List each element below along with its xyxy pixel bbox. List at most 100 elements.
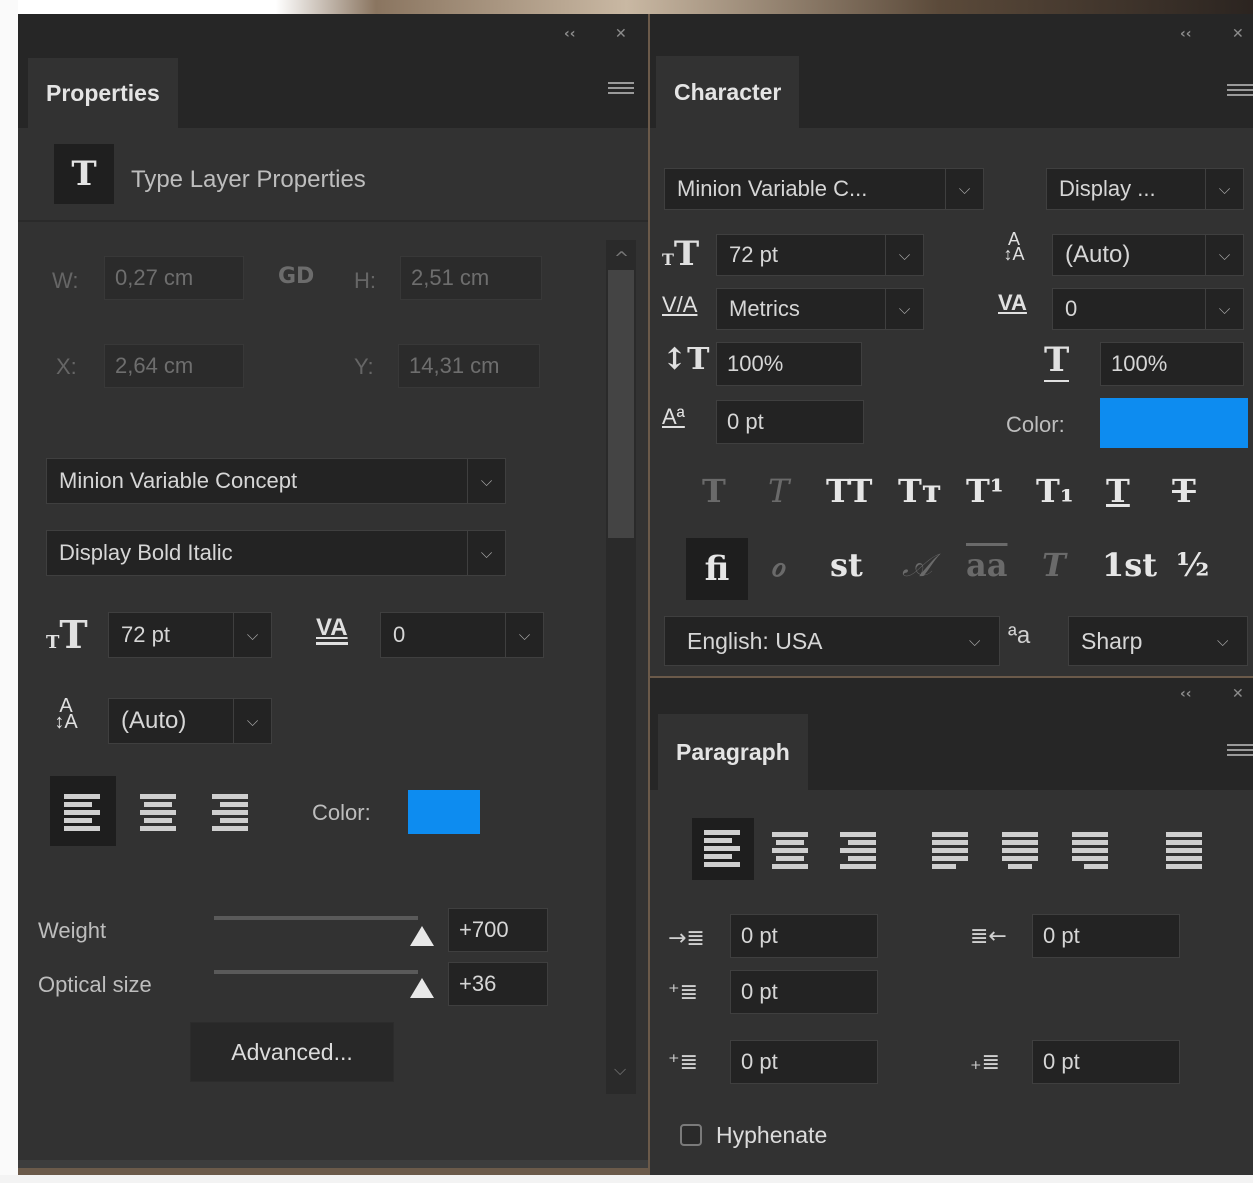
- tab-properties[interactable]: Properties: [28, 58, 178, 128]
- ordinals-button[interactable]: 1st: [1102, 546, 1157, 584]
- char-font-size-dropdown[interactable]: 72 pt ⌵: [716, 234, 924, 276]
- panel-menu-icon[interactable]: [1227, 744, 1253, 760]
- paragraph-panel: ‹‹ ✕ Paragraph →≣ 0 pt ≣← 0 pt ⁺≣ 0 pt ⁺…: [650, 678, 1253, 1175]
- indent-left-field[interactable]: 0 pt: [730, 914, 878, 958]
- space-after-field[interactable]: 0 pt: [1032, 1040, 1180, 1084]
- stylistic-alternates-button[interactable]: T: [1042, 546, 1066, 584]
- align-right-button[interactable]: [208, 788, 252, 832]
- char-font-style-dropdown[interactable]: Display ... ⌵: [1046, 168, 1244, 210]
- faux-italic-button[interactable]: T: [768, 472, 789, 510]
- collapse-icon[interactable]: ‹‹: [564, 26, 576, 42]
- indent-left-icon: →≣: [668, 926, 705, 951]
- header-divider: [18, 220, 648, 222]
- language-dropdown[interactable]: English: USA ⌵: [664, 616, 1000, 666]
- panel-menu-icon[interactable]: [608, 82, 634, 98]
- x-field[interactable]: 2,64 cm: [104, 344, 244, 388]
- char-font-family-dropdown[interactable]: Minion Variable C... ⌵: [664, 168, 984, 210]
- close-icon[interactable]: ✕: [615, 26, 627, 42]
- color-swatch[interactable]: [408, 790, 480, 834]
- collapse-icon[interactable]: ‹‹: [1180, 686, 1192, 702]
- baseline-shift-field[interactable]: 0 pt: [716, 400, 864, 444]
- width-field[interactable]: 0,27 cm: [104, 256, 244, 300]
- background-left: [0, 0, 18, 1183]
- scroll-down-icon[interactable]: ⌵: [614, 1060, 626, 1080]
- background-top: [0, 0, 1253, 14]
- old-style-button[interactable]: ℴ: [770, 546, 785, 584]
- indent-right-icon: ≣←: [970, 924, 1007, 949]
- align-center-button[interactable]: [136, 788, 180, 832]
- underline-button[interactable]: T: [1106, 472, 1130, 510]
- titling-button[interactable]: aa: [966, 546, 1007, 584]
- y-field[interactable]: 14,31 cm: [398, 344, 540, 388]
- space-before-icon: ⁺≣: [668, 1050, 699, 1075]
- strikethrough-button[interactable]: T: [1172, 472, 1196, 510]
- optical-size-slider-track[interactable]: [214, 970, 418, 974]
- hyphenate-checkbox[interactable]: [680, 1124, 702, 1146]
- antialias-dropdown[interactable]: Sharp ⌵: [1068, 616, 1248, 666]
- font-size-icon: TT: [46, 612, 88, 657]
- char-tracking-icon: VA: [998, 290, 1027, 315]
- small-caps-button[interactable]: Tт: [898, 472, 942, 510]
- indent-right-field[interactable]: 0 pt: [1032, 914, 1180, 958]
- chevron-down-icon: ⌵: [885, 235, 923, 275]
- properties-panel: ‹‹ ✕ Properties T Type Layer Properties …: [18, 14, 648, 1168]
- para-align-left-button[interactable]: [692, 818, 754, 880]
- space-before-field[interactable]: 0 pt: [730, 1040, 878, 1084]
- justify-last-left-button[interactable]: [928, 828, 972, 872]
- properties-scrollbar[interactable]: ^ ⌵: [606, 240, 636, 1094]
- horizontal-scale-field[interactable]: 100%: [1100, 342, 1244, 386]
- close-icon[interactable]: ✕: [1232, 26, 1244, 42]
- weight-field[interactable]: +700: [448, 908, 548, 952]
- tab-character[interactable]: Character: [656, 56, 800, 128]
- font-family-dropdown[interactable]: Minion Variable Concept ⌵: [46, 458, 506, 504]
- char-leading-dropdown[interactable]: (Auto) ⌵: [1052, 234, 1244, 276]
- swash-button[interactable]: 𝒜: [902, 546, 932, 585]
- chevron-down-icon: ⌵: [969, 632, 981, 650]
- justify-last-right-button[interactable]: [1068, 828, 1112, 872]
- font-size-dropdown[interactable]: 72 pt ⌵: [108, 612, 272, 658]
- superscript-button[interactable]: T¹: [966, 472, 1004, 510]
- link-icon[interactable]: GD: [278, 264, 314, 289]
- ligatures-button[interactable]: ﬁ: [686, 538, 748, 600]
- para-align-center-button[interactable]: [768, 828, 812, 872]
- font-style-dropdown[interactable]: Display Bold Italic ⌵: [46, 530, 506, 576]
- kerning-dropdown[interactable]: Metrics ⌵: [716, 288, 924, 330]
- justify-all-button[interactable]: [1162, 828, 1206, 872]
- leading-dropdown[interactable]: (Auto) ⌵: [108, 698, 272, 744]
- fractions-button[interactable]: ½: [1176, 546, 1209, 584]
- w-label: W:: [52, 268, 79, 293]
- optical-size-label: Optical size: [38, 972, 152, 997]
- char-color-swatch[interactable]: [1100, 398, 1248, 448]
- optical-size-slider-thumb[interactable]: [410, 978, 434, 998]
- subscript-button[interactable]: T₁: [1036, 472, 1074, 510]
- indent-first-line-field[interactable]: 0 pt: [730, 970, 878, 1014]
- paragraph-tab-strip: Paragraph: [650, 714, 1253, 790]
- h-label: H:: [354, 268, 376, 293]
- weight-slider-thumb[interactable]: [410, 926, 434, 946]
- justify-last-center-button[interactable]: [998, 828, 1042, 872]
- scroll-thumb[interactable]: [608, 270, 634, 538]
- tab-paragraph[interactable]: Paragraph: [658, 714, 808, 790]
- properties-panel-topbar: ‹‹ ✕: [18, 14, 648, 58]
- vertical-scale-field[interactable]: 100%: [716, 342, 862, 386]
- scroll-up-icon[interactable]: ^: [614, 248, 629, 269]
- collapse-icon[interactable]: ‹‹: [1180, 26, 1192, 42]
- para-align-right-button[interactable]: [836, 828, 880, 872]
- chevron-down-icon: ⌵: [1205, 289, 1243, 329]
- horizontal-scale-icon: T: [1044, 340, 1070, 382]
- color-label: Color:: [312, 800, 371, 825]
- background-bottom: [0, 1175, 1253, 1183]
- advanced-button[interactable]: Advanced...: [190, 1022, 394, 1082]
- optical-size-field[interactable]: +36: [448, 962, 548, 1006]
- discretionary-ligatures-button[interactable]: st: [830, 546, 863, 584]
- weight-slider-track[interactable]: [214, 916, 418, 920]
- panel-menu-icon[interactable]: [1227, 84, 1253, 100]
- char-tracking-dropdown[interactable]: 0 ⌵: [1052, 288, 1244, 330]
- all-caps-button[interactable]: TT: [826, 472, 872, 510]
- hyphenate-label: Hyphenate: [716, 1122, 828, 1148]
- tracking-dropdown[interactable]: 0 ⌵: [380, 612, 544, 658]
- height-field[interactable]: 2,51 cm: [400, 256, 542, 300]
- close-icon[interactable]: ✕: [1232, 686, 1244, 702]
- align-left-button[interactable]: [50, 776, 116, 846]
- faux-bold-button[interactable]: T: [702, 472, 726, 510]
